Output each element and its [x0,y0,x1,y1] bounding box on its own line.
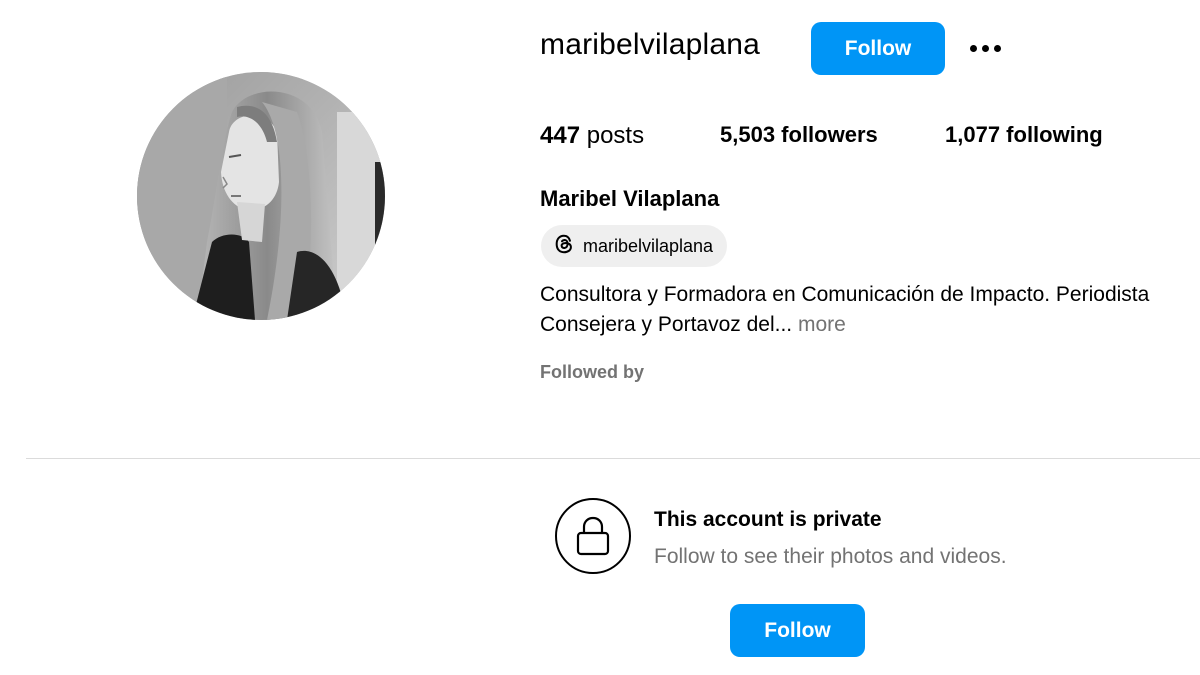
lock-icon [555,498,631,574]
following-label: following [1000,122,1103,147]
private-account-title: This account is private [654,508,882,531]
threads-handle: maribelvilaplana [583,235,714,256]
following-count: 1,077 [945,122,1001,147]
profile-full-name: Maribel Vilaplana [540,186,720,211]
bio-line-2-wrapper: Consejera y Portavoz del... more [540,310,1200,340]
private-account-subtitle: Follow to see their photos and videos. [654,545,1007,568]
followers-label: followers [775,122,878,147]
posts-count: 447 [540,122,581,149]
bio-line-2: Consejera y Portavoz del... [540,313,793,336]
profile-page: maribelvilaplana Follow 447 posts 5,503 … [0,0,1200,675]
more-dot [969,44,977,52]
avatar-photo [137,72,385,320]
profile-bio: Consultora y Formadora en Comunicación d… [540,280,1200,340]
threads-icon [553,233,575,260]
posts-label: posts [580,122,645,149]
posts-stat: 447 posts [540,122,644,150]
bio-line-1: Consultora y Formadora en Comunicación d… [540,283,1150,306]
profile-avatar[interactable] [137,72,385,320]
bio-more-link[interactable]: more [798,313,846,336]
section-divider [26,458,1200,459]
profile-username: maribelvilaplana [540,28,760,61]
more-dot [981,44,989,52]
more-dot [993,44,1001,52]
follow-button-private[interactable]: Follow [730,604,865,657]
following-stat[interactable]: 1,077 following [945,122,1103,148]
follow-button[interactable]: Follow [811,22,945,75]
threads-badge[interactable]: maribelvilaplana [541,225,728,267]
more-options-icon[interactable] [963,34,1007,62]
followed-by-label: Followed by [540,362,645,382]
followers-count: 5,503 [720,122,776,147]
followers-stat[interactable]: 5,503 followers [720,122,878,148]
